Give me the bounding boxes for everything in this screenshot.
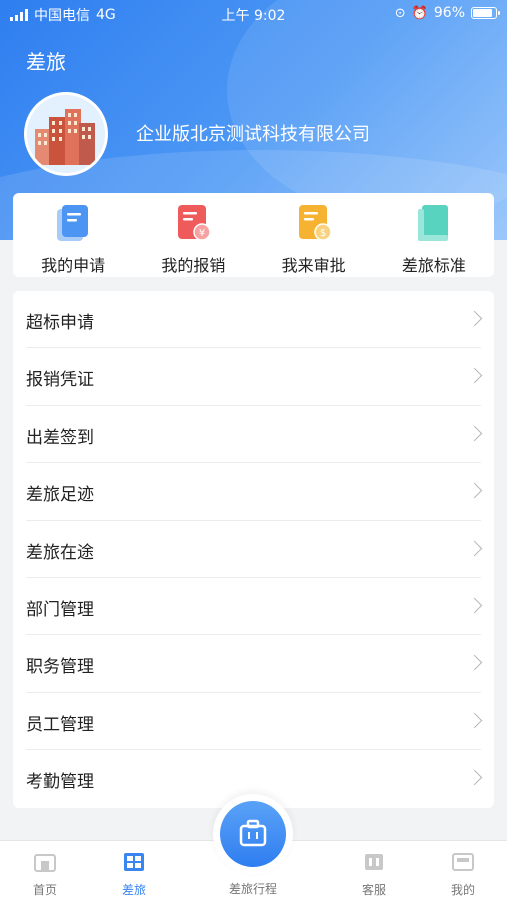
approval-icon: $: [298, 205, 332, 241]
menu-item-label: 差旅足迹: [26, 485, 94, 506]
alarm-icon: ⏰: [411, 5, 428, 21]
menu-item-label: 报销凭证: [26, 370, 94, 391]
trip-fab-label: 差旅行程: [228, 882, 277, 896]
orientation-lock-icon: ⊙: [394, 5, 406, 21]
tab-label: 我的: [450, 883, 475, 897]
quick-action-approve[interactable]: $ 我来审批: [254, 193, 374, 277]
briefcase-icon: [239, 819, 267, 847]
chevron-right-icon: [466, 655, 483, 671]
menu-item-department-management[interactable]: 部门管理: [13, 578, 494, 636]
quick-actions-card: 我的申请 ¥ 我的报销 $ 我来审批 差旅标准: [13, 193, 494, 277]
quick-action-travel-standard[interactable]: 差旅标准: [374, 193, 494, 277]
menu-item-travel-footprint[interactable]: 差旅足迹: [13, 463, 494, 521]
svg-text:¥: ¥: [199, 228, 205, 239]
menu-item-trip-check-in[interactable]: 出差签到: [13, 406, 494, 464]
chevron-right-icon: [466, 425, 483, 442]
tab-service[interactable]: 客服: [334, 841, 414, 901]
battery-fill: [473, 9, 493, 17]
tab-label: 首页: [32, 883, 57, 897]
tab-label: 差旅: [121, 883, 146, 897]
document-icon: [57, 205, 89, 241]
quick-action-label: 我的报销: [161, 256, 226, 275]
chevron-right-icon: [466, 597, 483, 614]
chevron-right-icon: [466, 712, 483, 729]
chevron-right-icon: [466, 769, 483, 786]
tab-label: 客服: [361, 883, 386, 897]
menu-item-over-standard-application[interactable]: 超标申请: [13, 291, 494, 349]
quick-action-my-application[interactable]: 我的申请: [13, 193, 133, 277]
company-avatar[interactable]: [24, 92, 108, 176]
menu-item-employee-management[interactable]: 员工管理: [13, 693, 494, 751]
status-bar-right: ⊙ ⏰ 96%: [394, 5, 500, 21]
travel-grid-icon: [124, 853, 144, 871]
menu-item-label: 职务管理: [26, 657, 94, 678]
chevron-right-icon: [466, 540, 483, 556]
menu-item-label: 差旅在途: [26, 542, 94, 563]
quick-action-label: 差旅标准: [401, 256, 466, 275]
menu-item-label: 员工管理: [26, 714, 94, 735]
quick-action-label: 我的申请: [41, 256, 106, 275]
quick-action-my-reimbursement[interactable]: ¥ 我的报销: [133, 193, 253, 277]
menu-item-label: 超标申请: [26, 313, 94, 333]
profile-card-icon: [452, 853, 474, 871]
reimbursement-icon: ¥: [178, 205, 212, 241]
menu-item-label: 出差签到: [26, 427, 94, 448]
buildings-icon: [27, 95, 105, 173]
menu-item-label: 考勤管理: [26, 772, 94, 793]
menu-list: 超标申请 报销凭证 出差签到 差旅足迹 差旅在途 部门管理 职务管理 员工管理: [13, 291, 494, 808]
book-icon: [417, 205, 448, 241]
chevron-right-icon: [466, 310, 483, 327]
svg-text:$: $: [319, 228, 325, 239]
home-icon: [34, 854, 56, 872]
chevron-right-icon: [466, 482, 483, 499]
tab-mine[interactable]: 我的: [423, 841, 503, 901]
tab-home[interactable]: 首页: [5, 841, 85, 901]
company-name: 企业版北京测试科技有限公司: [136, 124, 370, 145]
menu-item-position-management[interactable]: 职务管理: [13, 635, 494, 693]
page-title: 差旅: [26, 50, 66, 74]
trip-fab-button[interactable]: [220, 801, 286, 867]
menu-item-label: 部门管理: [26, 599, 94, 620]
menu-item-reimbursement-voucher[interactable]: 报销凭证: [13, 348, 494, 406]
chevron-right-icon: [466, 368, 483, 384]
customer-service-icon: [365, 854, 383, 870]
status-bar: 中国电信 4G 上午 9:02 ⊙ ⏰ 96%: [0, 0, 507, 28]
menu-item-travel-in-transit[interactable]: 差旅在途: [13, 521, 494, 578]
quick-action-label: 我来审批: [281, 256, 346, 275]
tab-travel[interactable]: 差旅: [94, 841, 174, 901]
battery-percent: 96%: [433, 5, 465, 21]
battery-icon: [471, 7, 500, 19]
